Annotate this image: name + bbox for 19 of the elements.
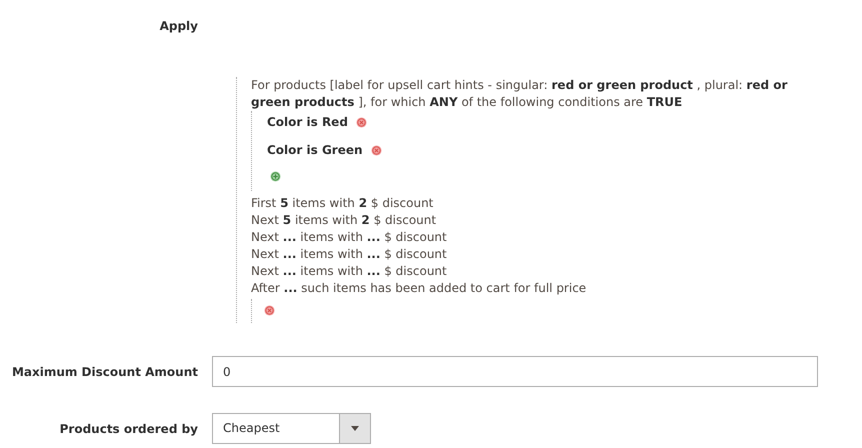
field-label: Products ordered by xyxy=(58,420,198,438)
discount-tier-text: Next ... items with ... $ discount xyxy=(251,229,448,246)
amount-field[interactable]: 0 xyxy=(212,356,818,387)
discount-tier-text: After ... such items has been added to cart for full price xyxy=(251,280,588,297)
add-icon[interactable] xyxy=(270,170,281,182)
field-label: Maximum Discount Amount xyxy=(10,364,198,380)
discount-tier-text: Next ... items with ... $ discount xyxy=(251,263,448,280)
discount-tier-text: First 5 items with 2 $ discount xyxy=(251,195,434,212)
condition-text: Color is Green xyxy=(267,142,363,158)
apply-label: Apply xyxy=(158,18,198,35)
caret-icon xyxy=(351,426,359,431)
rule-description: For products [label for upsell cart hints - singular: red or green product , plural: red or green products ], for which ANY of the following conditions are TRUE xyxy=(251,77,788,111)
sort-select[interactable]: Cheapest xyxy=(212,413,371,444)
remove-icon[interactable] xyxy=(356,116,367,128)
discount-tier-text: Next ... items with ... $ discount xyxy=(251,246,448,263)
remove-icon[interactable] xyxy=(370,144,382,156)
remove-icon[interactable] xyxy=(264,305,275,316)
condition-text: Color is Red xyxy=(267,114,348,130)
discount-tier-text: Next 5 items with 2 $ discount xyxy=(251,212,438,229)
